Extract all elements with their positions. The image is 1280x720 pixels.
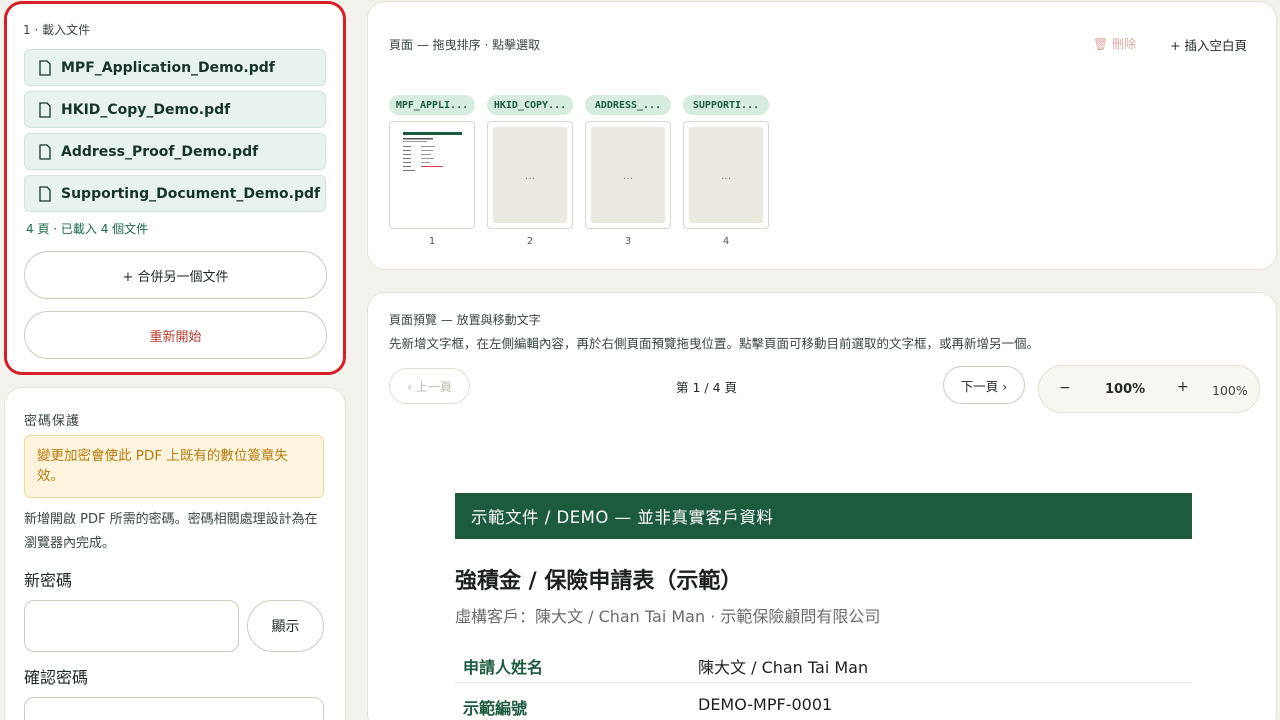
file-name: Supporting_Document_Demo.pdf — [61, 185, 321, 202]
new-password-input[interactable] — [24, 600, 239, 652]
password-description: 新增開啟 PDF 所需的密碼。密碼相關處理設計為在瀏覽器內完成。 — [24, 512, 318, 551]
document-icon — [39, 101, 51, 118]
zoom-out-button[interactable]: − — [1059, 380, 1071, 396]
file-name: HKID_Copy_Demo.pdf — [61, 101, 231, 118]
page-thumbnail[interactable]: ... — [683, 121, 769, 229]
page-number: 4 — [722, 236, 730, 247]
page-thumbnail[interactable]: ... — [585, 121, 671, 229]
zoom-control: − 100% + 100% — [1038, 365, 1260, 413]
prev-page-button[interactable]: ‹ 上一頁 — [389, 368, 470, 404]
document-icon — [39, 143, 51, 160]
zoom-value: 100% — [1105, 382, 1146, 397]
confirm-password-label: 確認密碼 — [24, 668, 89, 687]
thumb-placeholder: ... — [591, 127, 665, 223]
page-thumbnail[interactable]: ... — [487, 121, 573, 229]
document-heading: 強積金 / 保險申請表（示範） — [455, 569, 743, 594]
row-value: 陳大文 / Chan Tai Man — [698, 658, 869, 677]
show-password-button[interactable]: 顯示 — [247, 600, 324, 652]
thumb-placeholder: ... — [689, 127, 763, 223]
pages-panel: 頁面 — 拖曳排序 · 點擊選取 🗑 刪除 + 插入空白頁 MPF_APPLI.… — [367, 1, 1277, 270]
file-name: Address_Proof_Demo.pdf — [61, 143, 259, 160]
document-banner: 示範文件 / DEMO — 並非真實客戶資料 — [455, 493, 1192, 539]
document-row[interactable]: 申請人姓名 陳大文 / Chan Tai Man — [455, 643, 1192, 683]
zoom-in-button[interactable]: + — [1177, 379, 1189, 395]
preview-title: 頁面預覽 — 放置與移動文字 — [389, 313, 541, 327]
file-item[interactable]: Address_Proof_Demo.pdf — [24, 133, 326, 170]
new-password-label: 新密碼 — [24, 571, 73, 590]
thumb-file-tag: ADDRESS_... — [585, 95, 671, 115]
row-key: 申請人姓名 — [463, 658, 544, 677]
thumb-file-tag: MPF_APPLI... — [389, 95, 475, 115]
password-panel: 密碼保護 變更加密會使此 PDF 上既有的數位簽章失效。 新增開啟 PDF 所需… — [4, 387, 346, 720]
document-row[interactable]: 示範編號 DEMO-MPF-0001 — [455, 684, 1192, 720]
page-number: 3 — [624, 236, 632, 247]
confirm-password-input[interactable] — [24, 697, 324, 720]
restart-button[interactable]: 重新開始 — [24, 311, 327, 359]
insert-blank-page-button[interactable]: + 插入空白頁 — [1170, 35, 1247, 54]
page-thumbnail-preview — [403, 132, 462, 171]
thumb-file-tag: HKID_COPY... — [487, 95, 573, 115]
load-step-title: 1 · 載入文件 — [23, 23, 91, 37]
next-page-button[interactable]: 下一頁 › — [943, 366, 1025, 404]
password-title: 密碼保護 — [24, 414, 81, 429]
page-indicator: 第 1 / 4 頁 — [676, 380, 738, 395]
row-value: DEMO-MPF-0001 — [698, 695, 833, 714]
page-preview-panel: 頁面預覽 — 放置與移動文字 先新增文字框，在左側編輯內容，再於右側頁面預覽拖曳… — [367, 292, 1277, 720]
zoom-level-label: 100% — [1212, 383, 1248, 398]
page-thumbnail[interactable] — [389, 121, 475, 229]
file-item[interactable]: Supporting_Document_Demo.pdf — [24, 175, 326, 212]
merge-file-button[interactable]: + 合併另一個文件 — [24, 251, 327, 299]
document-subtitle: 虛構客戶：陳大文 / Chan Tai Man · 示範保險顧問有限公司 — [455, 607, 881, 626]
page-number: 2 — [526, 236, 534, 247]
thumb-file-tag: SUPPORTI... — [683, 95, 769, 115]
row-key: 示範編號 — [463, 699, 528, 718]
load-files-panel: 1 · 載入文件 MPF_Application_Demo.pdf HKID_C… — [4, 1, 346, 375]
document-icon — [39, 59, 51, 76]
password-warning: 變更加密會使此 PDF 上既有的數位簽章失效。 — [24, 435, 324, 498]
preview-description: 先新增文字框，在左側編輯內容，再於右側頁面預覽拖曳位置。點擊頁面可移動目前選取的… — [389, 336, 1040, 351]
pages-title: 頁面 — 拖曳排序 · 點擊選取 — [389, 38, 541, 52]
file-item[interactable]: HKID_Copy_Demo.pdf — [24, 91, 326, 128]
file-item[interactable]: MPF_Application_Demo.pdf — [24, 49, 326, 86]
thumb-placeholder: ... — [493, 127, 567, 223]
file-name: MPF_Application_Demo.pdf — [61, 59, 275, 76]
delete-page-button[interactable]: 🗑 刪除 — [1093, 35, 1136, 52]
document-icon — [39, 185, 51, 202]
files-summary: 4 頁 · 已載入 4 個文件 — [26, 222, 149, 236]
page-number: 1 — [428, 236, 436, 247]
